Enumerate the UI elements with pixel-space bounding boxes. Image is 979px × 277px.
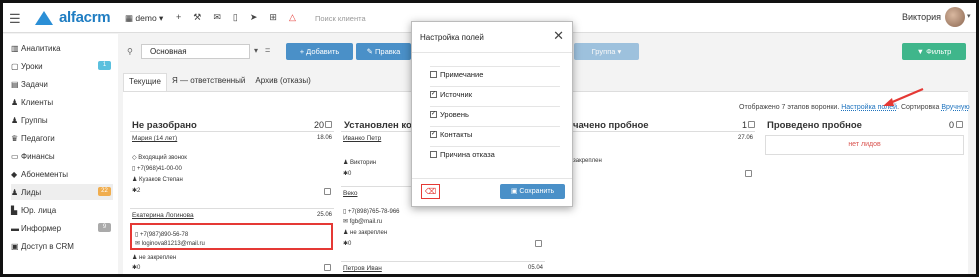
app-window: ☰ alfacrm ▦ demo ▾ + ⚒ ✉ ▯ ➤ ⊞ △ Поиск к… [0,0,979,277]
modal-title: Настройка полей [420,33,484,42]
field-option-contacts[interactable]: ✓ Контакты [430,126,560,142]
checkbox-checked[interactable]: ✓ [430,131,437,138]
divider [412,52,572,53]
save-icon: ▣ [510,188,518,195]
field-label: Примечание [440,70,484,79]
field-label: Контакты [440,130,473,139]
field-option-notes[interactable]: Примечание [430,66,560,82]
field-option-source[interactable]: ✓ Источник [430,86,560,102]
field-label: Причина отказа [440,150,495,159]
reset-button[interactable]: ⌫ [421,184,440,199]
save-label: Сохранить [519,188,555,195]
field-label: Источник [440,90,473,99]
checkbox-checked[interactable]: ✓ [430,111,437,118]
field-settings-modal: Настройка полей ✕ Примечание ✓ Источник ✓… [411,21,573,207]
field-option-refusal-reason[interactable]: Причина отказа [430,146,560,162]
divider [412,178,572,179]
field-label: Уровень [440,110,469,119]
checkbox-checked[interactable]: ✓ [430,91,437,98]
checkbox[interactable] [430,71,437,78]
close-icon[interactable]: ✕ [553,28,564,44]
eraser-icon: ⌫ [424,187,437,196]
arrow-to-settings-link [889,87,924,105]
field-option-level[interactable]: ✓ Уровень [430,106,560,122]
checkbox[interactable] [430,151,437,158]
save-button[interactable]: ▣ Сохранить [500,184,565,199]
arrow-head [883,98,894,106]
